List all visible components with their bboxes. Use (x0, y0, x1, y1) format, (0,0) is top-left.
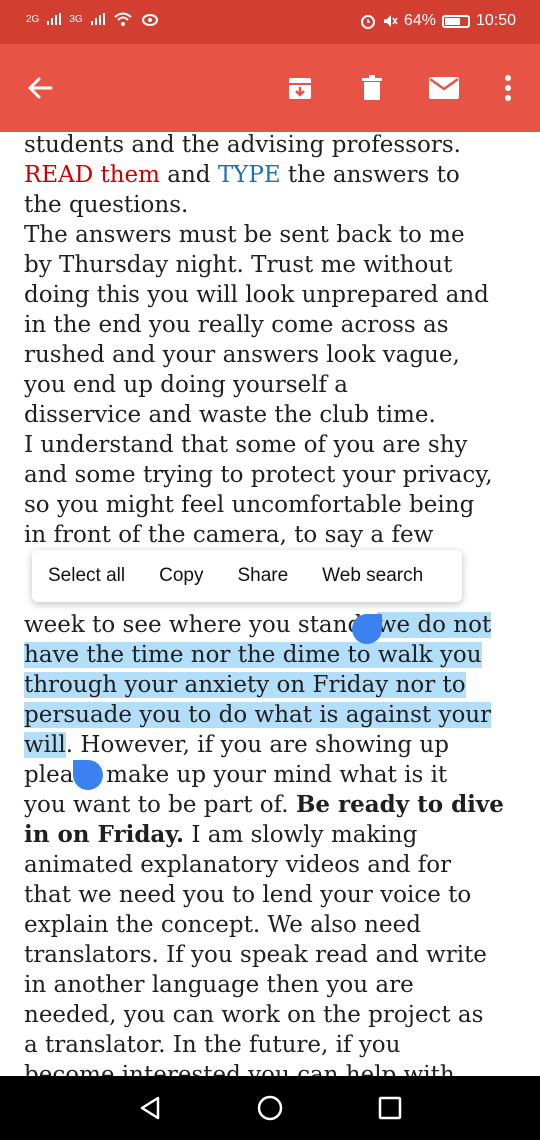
clock: 10:50 (475, 12, 516, 29)
bold-text: Be ready to dive (295, 791, 504, 818)
selected-text[interactable]: have the time nor the dime to walk you (24, 642, 482, 668)
body-line: you want to be part of. Be ready to dive (24, 790, 504, 820)
body-line: have the time nor the dime to walk you (24, 640, 482, 670)
circle-home-icon[interactable] (254, 1092, 286, 1124)
body-line: a translator. In the future, if you (24, 1032, 401, 1058)
signal-icon-2 (90, 13, 105, 25)
wifi-icon (114, 12, 132, 26)
arrow-left-icon[interactable] (20, 68, 60, 108)
body-line: so you might feel uncomfortable being (24, 492, 475, 518)
body-line: in the end you really come across as (24, 312, 449, 338)
body-line: The answers must be sent back to me (24, 222, 465, 248)
mail-icon[interactable] (424, 68, 464, 108)
body-line: week to see where you stand, we do not (24, 610, 492, 640)
body-line: become interested you can help with (24, 1062, 455, 1076)
body-line: in another language then you are (24, 972, 414, 998)
selected-text[interactable]: persuade you to do what is against your (24, 702, 492, 728)
body-line: READ them and TYPE the answers to (24, 160, 460, 190)
body-line: in front of the camera, to say a few (24, 522, 434, 548)
copy-button[interactable]: Copy (159, 565, 203, 587)
body-line: students and the advising professors. (24, 132, 461, 158)
body-line: will. However, if you are showing up (24, 730, 449, 760)
app-toolbar (0, 44, 540, 132)
alarm-icon (360, 15, 375, 29)
text-selection-menu: Select all Copy Share Web search (32, 550, 462, 602)
selected-text[interactable]: through your anxiety on Friday nor to (24, 672, 466, 698)
body-line: explain the concept. We also need (24, 912, 421, 938)
body-line: rushed and your answers look vague, (24, 342, 460, 368)
body-text: you want to be part of. (24, 792, 296, 818)
body-line: that we need you to lend your voice to (24, 882, 472, 908)
share-button[interactable]: Share (237, 565, 288, 587)
body-line: translators. If you speak read and write (24, 942, 487, 968)
selected-text[interactable]: will (24, 732, 66, 758)
email-body[interactable]: students and the advising professors. RE… (0, 132, 540, 1076)
selection-end-handle[interactable] (73, 760, 103, 790)
body-line: through your anxiety on Friday nor to (24, 670, 466, 700)
selected-text[interactable]: we do not (376, 612, 492, 638)
body-line: disservice and waste the club time. (24, 402, 436, 428)
status-bar: 2G 3G 64% 10:50 (0, 0, 540, 44)
read-them-text: READ them (24, 162, 160, 188)
signal-3g-label: 3G (69, 13, 83, 25)
body-text: the answers to (280, 162, 460, 188)
body-line: persuade you to do what is against your (24, 700, 492, 730)
signal-2g-label: 2G (26, 13, 40, 25)
body-line: doing this you will look unprepared and (24, 282, 489, 308)
body-line: animated explanatory videos and for (24, 852, 452, 878)
system-nav-bar (0, 1076, 540, 1140)
body-line: the questions. (24, 192, 189, 218)
select-all-button[interactable]: Select all (48, 565, 125, 587)
type-text: TYPE (217, 162, 281, 188)
body-line: I understand that some of you are shy (24, 432, 468, 458)
web-search-button[interactable]: Web search (322, 565, 423, 587)
body-line: you end up doing yourself a (24, 372, 348, 398)
square-recents-icon[interactable] (374, 1092, 406, 1124)
body-line: needed, you can work on the project as (24, 1002, 484, 1028)
body-text: week to see where you stand, (24, 612, 377, 638)
more-vertical-icon[interactable] (488, 68, 528, 108)
body-text: I am slowly making (184, 822, 418, 848)
body-text: and (159, 162, 218, 188)
eye-icon (141, 14, 158, 26)
trash-icon[interactable] (352, 68, 392, 108)
status-left: 2G 3G (26, 12, 159, 26)
body-line: and some trying to protect your privacy, (24, 462, 493, 488)
battery-icon (441, 14, 470, 28)
body-text: . However, if you are showing up (65, 732, 449, 758)
selection-start-handle[interactable] (352, 614, 382, 644)
body-line: by Thursday night. Trust me without (24, 252, 453, 278)
battery-percent: 64% (403, 12, 436, 29)
archive-icon[interactable] (280, 68, 320, 108)
triangle-back-icon[interactable] (134, 1092, 166, 1124)
signal-icon (47, 13, 62, 25)
mute-icon (383, 15, 398, 27)
bold-text: in on Friday. (24, 821, 185, 848)
body-line: in on Friday. I am slowly making (24, 820, 417, 850)
status-right: 64% 10:50 (360, 12, 516, 30)
